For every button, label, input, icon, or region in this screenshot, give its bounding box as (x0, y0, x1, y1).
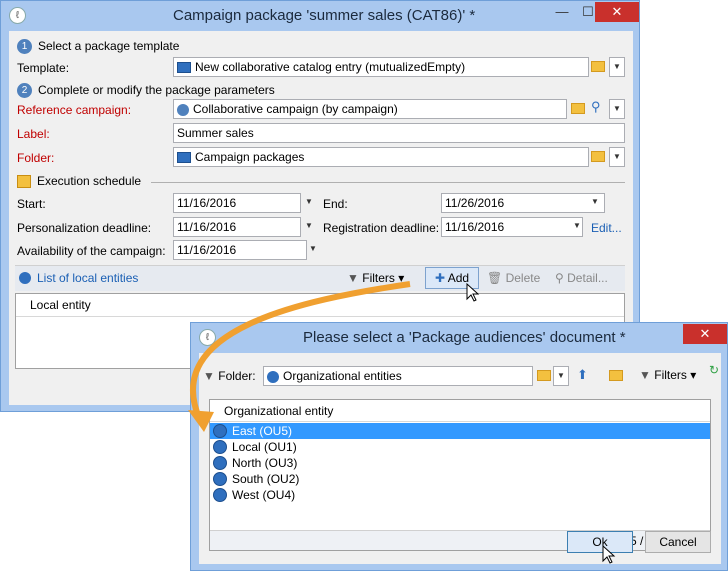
arrow-annotation (188, 281, 411, 432)
cursor-icon (466, 283, 480, 302)
arrow-head (188, 410, 214, 432)
arrow-path (190, 281, 411, 422)
cursor-icon-dialog (602, 545, 616, 564)
